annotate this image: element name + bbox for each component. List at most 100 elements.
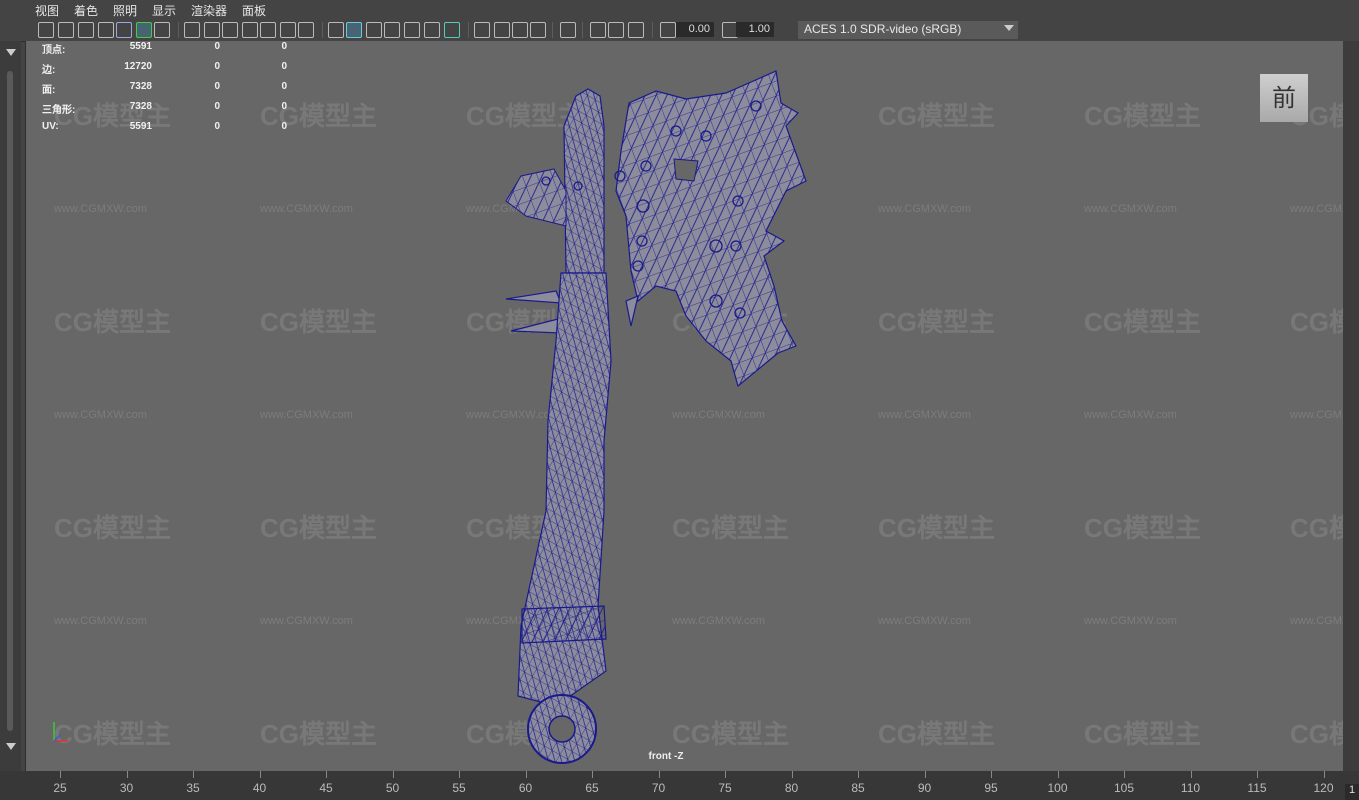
lighting-icon[interactable] [404, 22, 420, 38]
hud-value: 0 [281, 101, 287, 112]
panel-menubar: 视图 着色 照明 显示 渲染器 面板 [0, 0, 1359, 19]
isolate-select-icon[interactable] [530, 22, 546, 38]
toolbar-separator [552, 22, 553, 38]
gamma-field[interactable]: 1.00 [736, 22, 774, 37]
hud-value: 7328 [129, 101, 152, 112]
frame-tick-label: 55 [452, 781, 466, 795]
backface-culling-icon[interactable] [608, 22, 624, 38]
gamma-icon[interactable] [660, 22, 676, 38]
hud-value: 12720 [124, 61, 152, 72]
image-plane-icon[interactable] [98, 22, 114, 38]
scroll-up-icon[interactable] [6, 49, 16, 56]
default-material-icon[interactable] [346, 22, 362, 38]
safe-title-icon[interactable] [280, 22, 296, 38]
viewport-3d[interactable]: CG模型主CG模型主CG模型主CG模型主CG模型主CG模型主CG模型主CG模型主… [25, 41, 1344, 771]
frame-tick-label: 105 [1113, 781, 1135, 795]
color-management-value: ACES 1.0 SDR-video (sRGB) [804, 22, 962, 36]
toolbar-separator [652, 22, 653, 38]
smooth-shade-icon[interactable] [328, 22, 344, 38]
frame-tick-mark [459, 771, 460, 778]
frame-tick-mark [725, 771, 726, 778]
frame-tick-label: 60 [518, 781, 533, 795]
current-frame-field[interactable]: 1 [1345, 784, 1359, 800]
axe-model-wireframe[interactable] [26, 41, 1344, 771]
panel-toolbar: 0.00 1.00 ACES 1.0 SDR-video (sRGB) [0, 19, 1359, 42]
hud-value: 0 [214, 101, 220, 112]
wireframe-on-shaded-icon[interactable] [366, 22, 382, 38]
frame-tick-label: 90 [917, 781, 932, 795]
menu-show[interactable]: 显示 [152, 2, 176, 19]
exposure-icon[interactable] [628, 22, 644, 38]
frame-tick-mark [193, 771, 194, 778]
menu-lighting[interactable]: 照明 [113, 2, 137, 19]
gate-mask-icon[interactable] [222, 22, 238, 38]
menu-shading[interactable]: 着色 [74, 2, 98, 19]
frame-tick-mark [991, 771, 992, 778]
axe-ring [527, 694, 597, 764]
frame-tick-mark [259, 771, 261, 778]
bookmark-icon[interactable] [78, 22, 94, 38]
field-chart-icon[interactable] [242, 22, 258, 38]
camera-attributes-icon[interactable] [58, 22, 74, 38]
time-slider[interactable]: 25 30 35 40 45 50 55 60 65 70 75 80 85 90 95 100 105 110 1… [0, 771, 1359, 800]
hud-value: 0 [281, 121, 287, 132]
hud-label: UV: [42, 121, 59, 132]
color-management-dropdown[interactable]: ACES 1.0 SDR-video (sRGB) [798, 21, 1018, 39]
frame-tick-mark [326, 771, 327, 778]
frame-tick-label: 115 [1247, 781, 1267, 795]
shadows-icon[interactable] [424, 22, 440, 38]
frame-tick-label: 120 [1313, 781, 1334, 795]
menu-renderer[interactable]: 渲染器 [191, 2, 227, 19]
camera-name-label: front -Z [648, 751, 684, 762]
axe-blade [615, 70, 807, 388]
xray-joints-icon[interactable] [590, 22, 606, 38]
frame-tick-mark [658, 771, 660, 778]
view-cube[interactable]: 前 [1260, 74, 1308, 122]
safe-action-icon[interactable] [260, 22, 276, 38]
resolution-gate-icon[interactable] [204, 22, 220, 38]
frame-tick-label: 70 [651, 781, 666, 795]
frame-tick-mark [924, 771, 926, 778]
frame-tick-label: 85 [851, 781, 865, 795]
hud-value: 0 [281, 41, 287, 52]
toolbar-separator [468, 22, 469, 38]
hud-value: 0 [281, 61, 287, 72]
grid-icon[interactable] [154, 22, 170, 38]
toolbar-separator [582, 22, 583, 38]
scroll-thumb[interactable] [7, 71, 13, 731]
frame-tick-label: 40 [252, 781, 267, 795]
exposure-field[interactable]: 0.00 [676, 22, 714, 37]
camera-icon[interactable] [38, 22, 54, 38]
frame-tick-label: 110 [1180, 781, 1201, 795]
frame-tick-label: 100 [1047, 781, 1068, 795]
anti-aliasing-icon[interactable] [494, 22, 510, 38]
axe-head-cap [505, 88, 605, 274]
film-gate-icon[interactable] [184, 22, 200, 38]
hud-label: 三角形: [42, 105, 76, 116]
frame-tick-mark [1323, 771, 1325, 778]
hud-value: 7328 [129, 81, 152, 92]
grease-pencil-icon[interactable] [136, 22, 152, 38]
frame-tick-mark [60, 771, 61, 778]
motion-blur-icon[interactable] [474, 22, 490, 38]
menu-view[interactable]: 视图 [35, 2, 59, 19]
left-scrollbar[interactable] [0, 41, 21, 771]
frame-tick-mark [1124, 771, 1125, 778]
hud-value: 0 [214, 41, 220, 52]
frame-tick-mark [592, 771, 593, 778]
wireframe-icon[interactable] [298, 22, 314, 38]
textured-icon[interactable] [384, 22, 400, 38]
frame-tick-mark [791, 771, 793, 778]
hud-value: 5591 [129, 121, 152, 132]
hud-value: 0 [214, 121, 220, 132]
hud-label: 边: [42, 65, 56, 76]
frame-tick-label: 25 [53, 781, 67, 795]
right-panel-edge [1343, 41, 1359, 771]
depth-of-field-icon[interactable] [512, 22, 528, 38]
scroll-down-icon[interactable] [6, 743, 16, 750]
menu-panels[interactable]: 面板 [242, 2, 266, 19]
frame-tick-mark [1190, 771, 1192, 778]
screen-space-ao-icon[interactable] [444, 22, 460, 38]
xray-icon[interactable] [560, 22, 576, 38]
2d-pan-zoom-icon[interactable] [116, 22, 132, 38]
